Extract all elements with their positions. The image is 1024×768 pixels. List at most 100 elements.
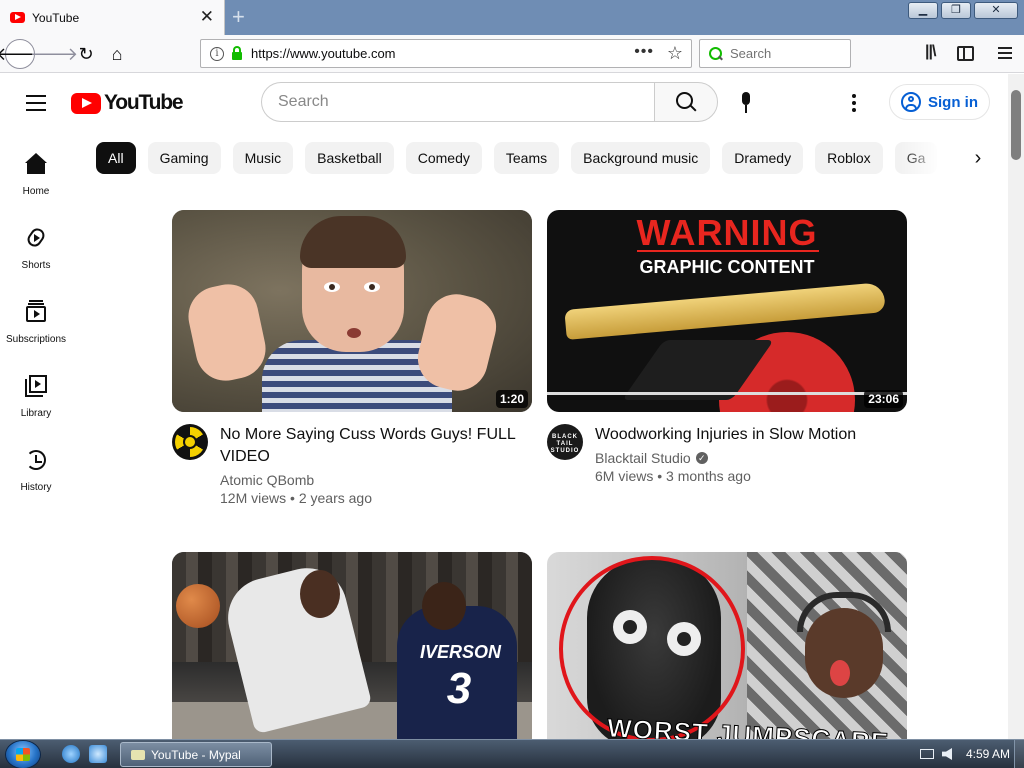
- home-button[interactable]: ⌂: [102, 39, 132, 69]
- page-scrollbar[interactable]: [1008, 74, 1024, 739]
- chip-background-music[interactable]: Background music: [571, 142, 711, 174]
- video-card[interactable]: WARNING GRAPHIC CONTENT 23:06 BLACK TAIL…: [547, 210, 907, 484]
- channel-name[interactable]: Atomic QBomb: [220, 472, 520, 488]
- subscriptions-icon: [24, 300, 48, 324]
- video-card[interactable]: 1:20 No More Saying Cuss Words Guys! FUL…: [172, 210, 532, 506]
- internet-explorer-icon[interactable]: [62, 745, 80, 763]
- settings-more-icon[interactable]: [852, 94, 856, 112]
- youtube-search-button[interactable]: [654, 82, 718, 122]
- chip-all[interactable]: All: [96, 142, 136, 174]
- upload-age: 3 months ago: [666, 468, 751, 484]
- video-meta: No More Saying Cuss Words Guys! FULL VID…: [172, 424, 532, 506]
- volume-tray-icon[interactable]: [942, 748, 952, 760]
- url-text[interactable]: https://www.youtube.com: [251, 46, 396, 61]
- thumbnail-underline: [637, 250, 819, 252]
- close-tab-icon[interactable]: ✕: [200, 8, 214, 25]
- thumbnail-graphic-text: GRAPHIC CONTENT: [639, 257, 815, 277]
- browser-menu-button[interactable]: [998, 43, 1012, 59]
- video-details: Woodworking Injuries in Slow Motion Blac…: [595, 424, 856, 484]
- video-stats: 6M views • 3 months ago: [595, 468, 856, 484]
- guide-label: Library: [20, 408, 52, 419]
- channel-avatar-radiation-icon[interactable]: [172, 424, 208, 460]
- reload-button[interactable]: ↻: [71, 39, 101, 69]
- chip-basketball[interactable]: Basketball: [305, 142, 394, 174]
- window-controls: ▁ ❐ ✕: [908, 2, 1018, 19]
- thumbnail-player-head: [300, 570, 340, 618]
- scrollbar-thumb[interactable]: [1011, 90, 1021, 160]
- video-title[interactable]: No More Saying Cuss Words Guys! FULL VID…: [220, 424, 520, 468]
- new-tab-button[interactable]: +: [232, 4, 245, 30]
- guide-item-shorts[interactable]: Shorts: [0, 214, 72, 288]
- view-count: 12M views: [220, 490, 287, 506]
- maximize-button[interactable]: ❐: [941, 2, 971, 19]
- separator: •: [290, 490, 295, 506]
- upload-age: 2 years ago: [298, 490, 372, 506]
- video-thumbnail[interactable]: IVERSON 3: [172, 552, 532, 739]
- chip-music[interactable]: Music: [232, 142, 294, 174]
- hamburger-icon: [998, 47, 1012, 59]
- url-bar[interactable]: i https://www.youtube.com ••• ☆: [200, 39, 692, 68]
- guide-item-subscriptions[interactable]: Subscriptions: [0, 288, 72, 362]
- tab-title: YouTube: [32, 10, 80, 25]
- chip-bar-next-button[interactable]: ›: [960, 142, 996, 174]
- windows-taskbar: YouTube - Mypal 4:59 AM: [0, 739, 1024, 768]
- chip-dramedy[interactable]: Dramedy: [722, 142, 804, 174]
- video-card[interactable]: WORST JUMPSCARE: [547, 552, 907, 739]
- taskbar-window-title: YouTube - Mypal: [151, 747, 241, 762]
- start-button[interactable]: [6, 741, 40, 768]
- chip-comedy[interactable]: Comedy: [405, 142, 482, 174]
- site-info-icon[interactable]: i: [210, 46, 224, 61]
- video-thumbnail[interactable]: 1:20: [172, 210, 532, 412]
- library-icon[interactable]: ||\: [925, 43, 936, 61]
- channel-name[interactable]: Blacktail Studio ✓: [595, 450, 856, 466]
- bookmark-star-icon[interactable]: ☆: [667, 43, 683, 64]
- separator: •: [657, 468, 663, 484]
- video-thumbnail[interactable]: WORST JUMPSCARE: [547, 552, 907, 739]
- thumbnail-jersey-name: IVERSON: [420, 642, 502, 662]
- shorts-icon: [24, 226, 48, 250]
- thumbnail-screaming-mouth: [830, 660, 850, 686]
- quick-launch-icon[interactable]: [89, 745, 107, 763]
- filter-chip-bar: All Gaming Music Basketball Comedy Teams…: [96, 142, 976, 174]
- chip-teams[interactable]: Teams: [493, 142, 560, 174]
- guide-item-library[interactable]: Library: [0, 362, 72, 436]
- home-icon: ⌂: [111, 43, 123, 64]
- sign-in-button[interactable]: Sign in: [889, 84, 990, 120]
- video-card[interactable]: IVERSON 3: [172, 552, 532, 739]
- channel-avatar[interactable]: BLACK TAIL STUDIO: [547, 424, 583, 460]
- view-count: 6M views: [595, 468, 654, 484]
- close-window-button[interactable]: ✕: [974, 2, 1018, 19]
- youtube-search-input[interactable]: [278, 93, 638, 111]
- video-duration: 1:20: [495, 390, 528, 408]
- network-tray-icon[interactable]: [920, 749, 934, 759]
- guide-item-history[interactable]: History: [0, 436, 72, 510]
- youtube-logo-text: YouTube: [104, 91, 184, 114]
- thumbnail-hair: [300, 216, 406, 268]
- page-actions-icon[interactable]: •••: [634, 43, 654, 61]
- show-desktop-button[interactable]: [1014, 740, 1024, 768]
- browser-navigation-bar: 🡐 🡒 ↻ ⌂ i https://www.youtube.com ••• ☆ …: [0, 35, 1024, 73]
- guide-menu-button[interactable]: [26, 95, 46, 111]
- video-title[interactable]: Woodworking Injuries in Slow Motion: [595, 424, 856, 446]
- taskbar-clock[interactable]: 4:59 AM: [966, 747, 1010, 761]
- thumbnail-red-circle: [559, 556, 745, 739]
- taskbar-window-button[interactable]: YouTube - Mypal: [120, 742, 272, 767]
- mypal-icon: [131, 749, 145, 760]
- voice-search-microphone-icon[interactable]: [738, 92, 754, 114]
- chip-gaming[interactable]: Gaming: [147, 142, 221, 174]
- thumbnail-eye: [324, 282, 340, 292]
- guide-item-home[interactable]: Home: [0, 140, 72, 214]
- minimize-button[interactable]: ▁: [908, 2, 938, 19]
- thumbnail-player-head: [422, 582, 466, 630]
- thumbnail-warning-text: WARNING: [636, 212, 818, 253]
- guide-label: Home: [22, 186, 50, 197]
- youtube-logo[interactable]: YouTube: [71, 91, 184, 115]
- video-meta: BLACK TAIL STUDIO Woodworking Injuries i…: [547, 424, 907, 484]
- browser-tab[interactable]: YouTube ✕: [0, 0, 225, 35]
- forward-button[interactable]: 🡒: [30, 39, 78, 69]
- browser-search-bar[interactable]: Search: [699, 39, 851, 68]
- chip-roblox[interactable]: Roblox: [815, 142, 883, 174]
- library-icon: [24, 374, 48, 398]
- sidebar-toggle-icon[interactable]: [957, 46, 974, 61]
- video-thumbnail[interactable]: WARNING GRAPHIC CONTENT 23:06: [547, 210, 907, 412]
